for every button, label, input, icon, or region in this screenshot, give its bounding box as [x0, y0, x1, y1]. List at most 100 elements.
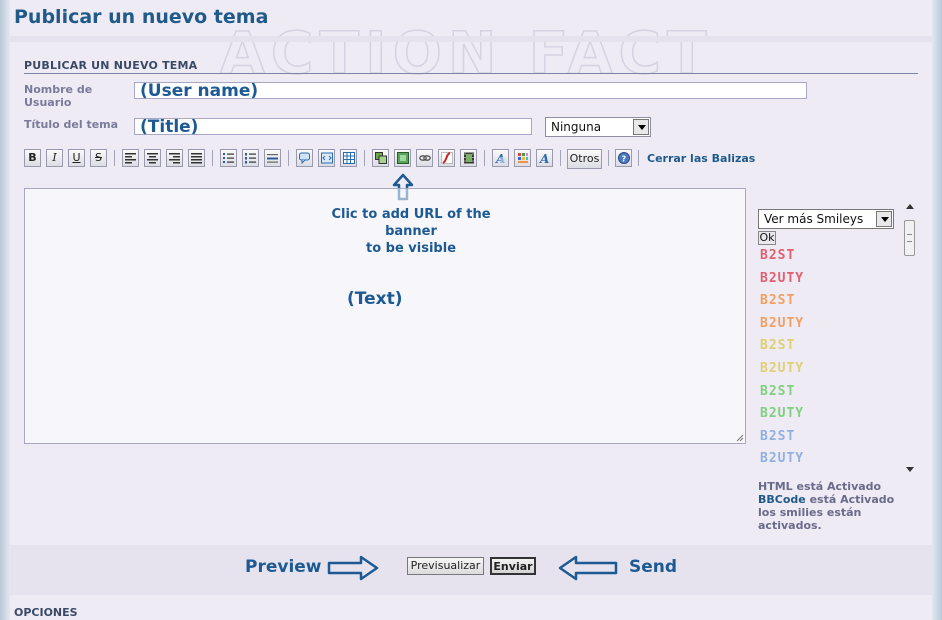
- align-center-icon: [147, 153, 158, 164]
- align-right-icon: [169, 153, 180, 164]
- resize-grip-icon[interactable]: [736, 434, 744, 442]
- smiley-item[interactable]: B2UTY: [760, 316, 804, 331]
- table-button[interactable]: [340, 149, 357, 167]
- smiley-item[interactable]: B2UTY: [760, 361, 804, 376]
- smiley-select-value: Ver más Smileys: [764, 212, 864, 226]
- title-prefix-value: Ninguna: [551, 120, 602, 134]
- title-prefix-select[interactable]: Ninguna: [545, 117, 651, 137]
- title-label: Título del tema: [24, 118, 119, 131]
- toolbar-separator: [364, 150, 365, 166]
- video-button[interactable]: [460, 149, 477, 167]
- annotation-banner-line2: to be visible: [365, 241, 457, 256]
- status-info: HTML está Activado BBCode está Activado …: [758, 480, 918, 532]
- quote-button[interactable]: [296, 149, 313, 167]
- smiley-select[interactable]: Ver más Smileys: [758, 209, 894, 229]
- bbcode-status: BBCode está Activado: [758, 493, 918, 506]
- hr-icon: [267, 154, 278, 163]
- bold-icon: B: [28, 151, 37, 164]
- toolbar-separator: [114, 150, 115, 166]
- toolbar-separator: [608, 150, 609, 166]
- justify-icon: [191, 153, 202, 164]
- scroll-down-icon[interactable]: [906, 467, 914, 472]
- section-label: PUBLICAR UN NUEVO TEMA: [24, 59, 198, 72]
- chevron-down-icon: [876, 211, 892, 227]
- annotation-banner-line1: Clic to add URL of the banner: [331, 207, 491, 239]
- smiley-item[interactable]: B2ST: [760, 429, 795, 444]
- flash-icon: [441, 152, 453, 164]
- right-frame: [932, 0, 942, 620]
- underline-icon: U: [72, 151, 81, 164]
- svg-text:A: A: [539, 152, 549, 164]
- smilies-status: los smilies están activados.: [758, 506, 862, 532]
- align-right-button[interactable]: [166, 149, 183, 167]
- options-label: OPCIONES: [14, 606, 78, 619]
- toolbar-separator: [638, 150, 639, 166]
- link-button[interactable]: [416, 149, 433, 167]
- scroll-thumb[interactable]: [904, 220, 915, 256]
- justify-button[interactable]: [188, 149, 205, 167]
- smiley-item[interactable]: B2UTY: [760, 406, 804, 421]
- help-button[interactable]: ?: [615, 149, 632, 167]
- numbered-list-icon: [245, 153, 256, 164]
- toolbar-separator: [560, 150, 561, 166]
- align-left-button[interactable]: [122, 149, 139, 167]
- underline-button[interactable]: U: [68, 149, 85, 167]
- svg-text:?: ?: [622, 155, 627, 164]
- annotation-send: Send: [629, 557, 678, 577]
- font-icon: A: [495, 152, 506, 164]
- bullet-list-button[interactable]: [220, 149, 237, 167]
- smiley-item[interactable]: B2UTY: [760, 271, 804, 286]
- smiley-item[interactable]: B2ST: [760, 248, 795, 263]
- chevron-down-icon: [633, 119, 649, 135]
- italic-icon: I: [52, 151, 57, 164]
- table-icon: [343, 152, 355, 164]
- image-host-icon: [375, 152, 387, 164]
- font-size-button[interactable]: A: [536, 149, 553, 167]
- section-divider: [24, 73, 918, 74]
- smiley-item[interactable]: B2UTY: [760, 451, 804, 466]
- color-button[interactable]: [514, 149, 531, 167]
- annotation-arrow-right-icon: [327, 555, 379, 581]
- header-band: [10, 36, 932, 42]
- send-button[interactable]: Enviar: [490, 557, 536, 575]
- align-center-button[interactable]: [144, 149, 161, 167]
- toolbar-separator: [288, 150, 289, 166]
- bold-button[interactable]: B: [24, 149, 41, 167]
- annotation-title: (Title): [140, 117, 199, 137]
- preview-button[interactable]: Previsualizar: [407, 557, 484, 575]
- smiley-item[interactable]: B2ST: [760, 338, 795, 353]
- close-tags-link[interactable]: Cerrar las Balizas: [647, 152, 755, 165]
- scroll-up-icon[interactable]: [906, 204, 914, 209]
- video-icon: [464, 152, 474, 164]
- strike-button[interactable]: S: [90, 149, 107, 167]
- otros-button[interactable]: Otros: [567, 149, 602, 169]
- smiley-panel: Ver más Smileys Ok B2ST B2UTY B2ST B2UTY B2S…: [752, 198, 920, 478]
- italic-button[interactable]: I: [46, 149, 63, 167]
- smiley-ok-button[interactable]: Ok: [758, 231, 776, 245]
- toolbar-separator: [212, 150, 213, 166]
- font-size-icon: A: [539, 152, 549, 164]
- hr-button[interactable]: [264, 149, 281, 167]
- font-button[interactable]: A: [492, 149, 509, 167]
- image-host-button[interactable]: [372, 149, 389, 167]
- smiley-item[interactable]: B2ST: [760, 293, 795, 308]
- code-button[interactable]: [318, 149, 335, 167]
- image-button[interactable]: [394, 149, 411, 167]
- color-icon: [518, 153, 528, 163]
- code-icon: [321, 152, 333, 164]
- bbcode-link[interactable]: BBCode: [758, 493, 806, 506]
- flash-button[interactable]: [438, 149, 455, 167]
- page-title: Publicar un nuevo tema: [14, 6, 269, 28]
- quote-icon: [299, 152, 310, 164]
- bbcode-status-text: está Activado: [805, 493, 895, 506]
- smiley-item[interactable]: B2ST: [760, 384, 795, 399]
- annotation-preview: Preview: [245, 557, 322, 577]
- annotation-user-name: (User name): [140, 81, 259, 101]
- smiley-scrollbar[interactable]: [903, 198, 917, 478]
- strike-icon: S: [95, 151, 102, 164]
- numbered-list-button[interactable]: [242, 149, 259, 167]
- toolbar-separator: [484, 150, 485, 166]
- bullet-list-icon: [223, 153, 234, 163]
- left-frame: [0, 0, 10, 620]
- annotation-banner: Clic to add URL of the banner to be visi…: [306, 206, 516, 257]
